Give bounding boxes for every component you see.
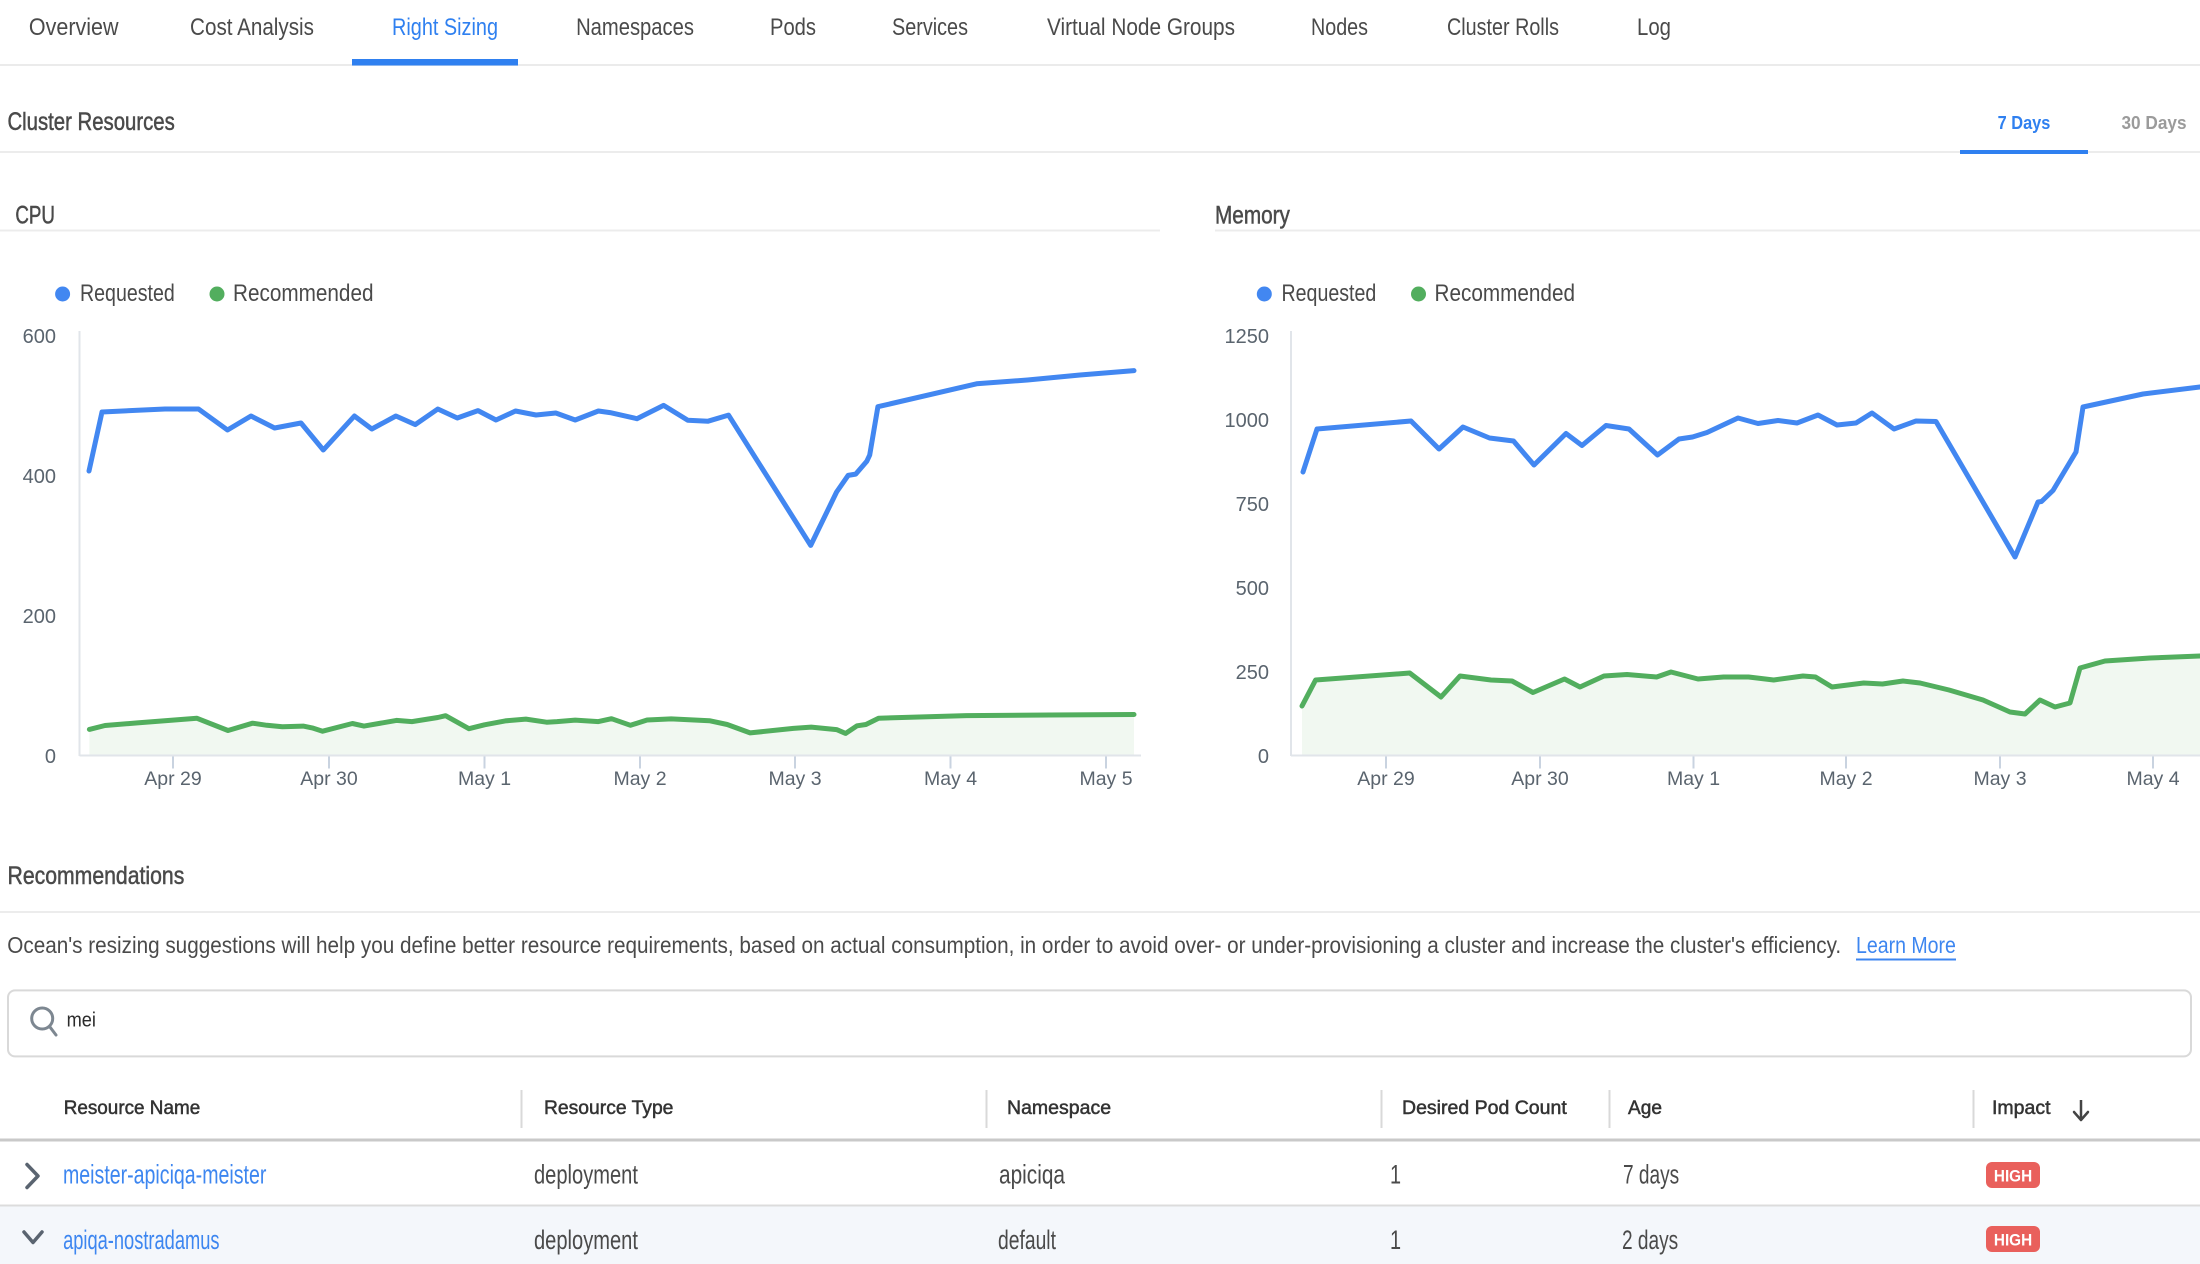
svg-text:1: 1 — [1390, 1160, 1401, 1189]
svg-text:7 days: 7 days — [1623, 1159, 1679, 1189]
svg-text:Resource Name: Resource Name — [64, 1098, 201, 1119]
svg-text:Apr 29: Apr 29 — [144, 768, 201, 790]
svg-text:Namespaces: Namespaces — [576, 13, 694, 40]
svg-text:Desired Pod Count: Desired Pod Count — [1402, 1097, 1567, 1119]
svg-text:Overview: Overview — [29, 12, 119, 40]
svg-text:500: 500 — [1236, 578, 1269, 600]
svg-text:Recommended: Recommended — [1435, 280, 1575, 307]
svg-text:HIGH: HIGH — [1994, 1167, 2032, 1186]
svg-text:2 days: 2 days — [1622, 1225, 1678, 1255]
svg-text:750: 750 — [1236, 494, 1269, 516]
svg-text:deployment: deployment — [534, 1225, 638, 1254]
svg-text:CPU: CPU — [15, 201, 55, 229]
svg-text:apiqa-nostradamus: apiqa-nostradamus — [63, 1225, 219, 1255]
svg-text:Services: Services — [892, 13, 968, 40]
svg-text:Age: Age — [1628, 1098, 1662, 1119]
svg-text:Pods: Pods — [770, 13, 816, 40]
svg-text:600: 600 — [23, 326, 56, 348]
svg-text:30 Days: 30 Days — [2121, 112, 2186, 133]
svg-text:Ocean's resizing suggestions w: Ocean's resizing suggestions will help y… — [7, 932, 1841, 958]
svg-text:deployment: deployment — [534, 1160, 638, 1189]
svg-text:Cluster Resources: Cluster Resources — [7, 107, 174, 136]
svg-text:Recommended: Recommended — [233, 280, 373, 307]
svg-text:Virtual Node Groups: Virtual Node Groups — [1047, 12, 1235, 40]
svg-text:May 3: May 3 — [768, 768, 821, 790]
svg-text:1250: 1250 — [1225, 326, 1270, 348]
svg-text:default: default — [998, 1225, 1056, 1255]
svg-text:Learn More: Learn More — [1856, 933, 1956, 959]
svg-text:Apr 30: Apr 30 — [1511, 768, 1569, 790]
svg-text:0: 0 — [1258, 746, 1269, 768]
svg-text:Requested: Requested — [80, 279, 175, 306]
svg-text:HIGH: HIGH — [1994, 1231, 2032, 1250]
svg-text:May 2: May 2 — [1819, 768, 1872, 790]
svg-text:May 4: May 4 — [2126, 768, 2179, 790]
svg-text:Apr 29: Apr 29 — [1357, 768, 1414, 790]
svg-text:May 5: May 5 — [1079, 768, 1132, 790]
svg-text:Cost Analysis: Cost Analysis — [190, 12, 314, 40]
svg-text:1000: 1000 — [1225, 410, 1270, 432]
svg-text:apiciqa: apiciqa — [999, 1160, 1066, 1190]
svg-text:Apr 30: Apr 30 — [300, 768, 358, 790]
svg-text:May 1: May 1 — [1667, 768, 1720, 790]
svg-text:Right Sizing: Right Sizing — [392, 13, 498, 40]
svg-text:Resource Type: Resource Type — [544, 1097, 673, 1119]
svg-text:Nodes: Nodes — [1311, 13, 1368, 41]
svg-text:Recommendations: Recommendations — [8, 861, 185, 889]
svg-text:May 3: May 3 — [1973, 768, 2026, 790]
svg-text:400: 400 — [23, 466, 56, 488]
svg-text:May 2: May 2 — [613, 768, 666, 790]
svg-text:Requested: Requested — [1282, 279, 1377, 306]
svg-text:meister-apiciqa-meister: meister-apiciqa-meister — [63, 1160, 267, 1190]
svg-text:Memory: Memory — [1215, 201, 1290, 229]
svg-text:7 Days: 7 Days — [1998, 112, 2051, 133]
svg-text:Impact: Impact — [1992, 1097, 2051, 1119]
svg-text:1: 1 — [1390, 1225, 1401, 1254]
svg-text:May 4: May 4 — [924, 768, 977, 790]
svg-text:May 1: May 1 — [458, 768, 511, 790]
svg-text:Cluster Rolls: Cluster Rolls — [1447, 13, 1559, 41]
svg-text:mei: mei — [67, 1008, 96, 1031]
svg-text:0: 0 — [45, 746, 56, 768]
svg-text:Log: Log — [1637, 13, 1671, 40]
svg-text:Namespace: Namespace — [1007, 1097, 1111, 1119]
svg-text:250: 250 — [1236, 662, 1269, 684]
svg-text:200: 200 — [23, 606, 56, 628]
